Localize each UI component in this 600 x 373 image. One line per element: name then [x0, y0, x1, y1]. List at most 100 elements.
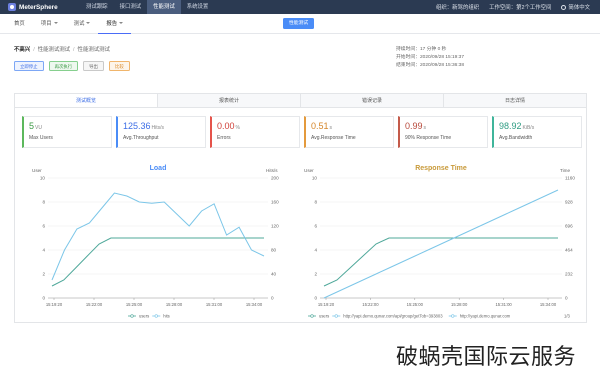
- legend-marker: [334, 314, 338, 318]
- series-line-users: [323, 237, 558, 287]
- chevron-down-icon: [53, 21, 58, 24]
- language-switch[interactable]: 简体中文: [561, 3, 590, 11]
- topnav-item-performance-test[interactable]: 性能测试: [147, 0, 181, 14]
- x-tick-label: 15:19:20: [46, 302, 63, 307]
- stat-errors: 0.00% Errors: [210, 116, 300, 148]
- tab-logs[interactable]: 日志详情: [444, 94, 586, 107]
- globe-icon: [561, 4, 567, 10]
- y-tick-label: 2: [42, 272, 45, 277]
- legend-label: hits: [163, 314, 170, 319]
- tab-test[interactable]: 测试: [66, 14, 99, 34]
- y2-axis-label: Hits/s: [266, 168, 278, 173]
- x-tick-label: 15:28:00: [451, 302, 468, 307]
- tab-overview[interactable]: 测试概览: [15, 94, 158, 107]
- x-tick-label: 15:19:20: [318, 302, 335, 307]
- report-header: 不高兴 / 性能测试测试 / 性能测试测试 立即停止 再次执行 导出 比较 持续时间：1…: [14, 45, 586, 80]
- chevron-down-icon: [86, 21, 91, 24]
- legend-label: users: [139, 314, 149, 319]
- y-tick-label: 0: [314, 296, 317, 301]
- report-meta: 持续时间：17 分钟 0 秒 开始时间：2020/09/28 15:19:37 …: [396, 46, 464, 70]
- tab-errors[interactable]: 错误记录: [301, 94, 444, 107]
- y-tick-label: 0: [42, 296, 45, 301]
- org-switch[interactable]: 组织：新驾的组织: [436, 3, 479, 11]
- y-tick-label: 10: [40, 176, 46, 181]
- breadcrumb-test[interactable]: 性能测试测试: [38, 47, 70, 53]
- y-tick-label: 6: [314, 224, 317, 229]
- legend-label: users: [319, 314, 329, 319]
- y2-tick-label: 464: [565, 248, 573, 253]
- tab-project[interactable]: 项目: [33, 14, 66, 34]
- export-button[interactable]: 导出: [83, 61, 104, 71]
- legend-item: users: [128, 314, 149, 319]
- y-tick-label: 10: [312, 176, 318, 181]
- stat-90-response: 0.99s 90% Response Time: [398, 116, 488, 148]
- x-tick-label: 15:34:00: [540, 302, 557, 307]
- legend-marker: [154, 314, 158, 318]
- result-tabs: 测试概览 报表统计 错误记录 日志详情: [15, 94, 586, 108]
- legend-item: hits: [152, 314, 170, 319]
- series-line-http-yapi-demo-qunar-com-api-g: [323, 189, 559, 299]
- legend-label: http://yapi.demo.qunar.com: [460, 314, 511, 319]
- tab-report[interactable]: 报告: [98, 14, 132, 34]
- breadcrumb: 不高兴 / 性能测试测试 / 性能测试测试: [14, 47, 110, 53]
- y2-tick-label: 200: [271, 176, 279, 181]
- watermark-text: 破蜗壳国际云服务: [396, 344, 577, 369]
- y2-tick-label: 232: [565, 272, 573, 277]
- x-tick-label: 15:25:00: [126, 302, 143, 307]
- topnav-item-test-track[interactable]: 测试跟踪: [80, 0, 114, 14]
- series-line-hits: [51, 192, 265, 281]
- top-right: 组织：新驾的组织 工作空间：第2个工作空间 简体中文: [436, 3, 600, 11]
- topnav-item-api-test[interactable]: 接口测试: [114, 0, 148, 14]
- breadcrumb-project[interactable]: 不高兴: [14, 47, 30, 53]
- y-tick-label: 8: [314, 200, 317, 205]
- stop-button[interactable]: 立即停止: [14, 61, 44, 71]
- y2-tick-label: 696: [565, 224, 573, 229]
- legend-marker: [310, 314, 314, 318]
- top-bar: MeterSphere 测试跟踪 接口测试 性能测试 系统设置 组织：新驾的组织…: [0, 0, 600, 14]
- compare-button[interactable]: 比较: [108, 61, 130, 71]
- y-tick-label: 8: [42, 200, 45, 205]
- y-tick-label: 2: [314, 272, 317, 277]
- app-name: MeterSphere: [19, 3, 58, 11]
- y-axis-label: User: [304, 168, 314, 173]
- stat-avg-response: 0.51s Avg.Response Time: [304, 116, 394, 148]
- report-actions: 立即停止 再次执行 导出 比较: [14, 61, 130, 71]
- start-time-text: 开始时间：2020/09/28 15:19:37: [396, 55, 464, 60]
- y2-tick-label: 160: [271, 200, 279, 205]
- y2-tick-label: 80: [271, 248, 277, 253]
- y-tick-label: 4: [42, 248, 45, 253]
- y2-tick-label: 928: [565, 200, 573, 205]
- breadcrumb-report: 性能测试测试: [77, 47, 110, 53]
- x-tick-label: 15:31:00: [495, 302, 512, 307]
- workspace-switch[interactable]: 工作空间：第2个工作空间: [489, 3, 551, 11]
- logo-icon: [8, 3, 16, 11]
- create-test-button[interactable]: 性能测试: [283, 18, 315, 29]
- x-tick-label: 15:25:00: [407, 302, 424, 307]
- y-axis-label: User: [32, 168, 42, 173]
- x-tick-label: 15:22:00: [362, 302, 379, 307]
- x-tick-label: 15:28:00: [166, 302, 183, 307]
- y2-tick-label: 0: [565, 296, 568, 301]
- end-time-text: 结束时间：2020/09/28 15:36:38: [396, 63, 464, 68]
- x-tick-label: 15:31:00: [206, 302, 223, 307]
- chart-title: Load: [150, 165, 167, 172]
- legend-marker: [451, 314, 455, 318]
- legend-item: http://yapi.demo.qunar.com/api/group/get…: [332, 314, 443, 319]
- stat-throughput: 125.36Hits/s Avg.Throughput: [116, 116, 206, 148]
- y2-tick-label: 1160: [565, 176, 575, 181]
- rerun-button[interactable]: 再次执行: [48, 61, 79, 71]
- series-line-users: [51, 237, 264, 287]
- legend-label: http://yapi.demo.qunar.com/api/group/get…: [343, 314, 443, 319]
- tab-home[interactable]: 首页: [6, 14, 33, 34]
- chart-title: Response Time: [415, 165, 467, 172]
- chevron-down-icon: [119, 21, 124, 24]
- load-chart: Load User Hits/s 0 2 4 6 8 10 0 40 80 120 160 200 15:19…: [32, 165, 279, 319]
- topnav-item-settings[interactable]: 系统设置: [181, 0, 215, 14]
- y2-tick-label: 40: [271, 272, 277, 277]
- y2-tick-label: 120: [271, 224, 279, 229]
- app-logo[interactable]: MeterSphere: [0, 3, 80, 11]
- tab-statistics[interactable]: 报表统计: [158, 94, 301, 107]
- stat-bandwidth: 98.92KiB/s Avg.Bandwidth: [492, 116, 582, 148]
- y2-tick-label: 0: [271, 296, 274, 301]
- legend-item: http://yapi.demo.qunar.com: [448, 314, 511, 319]
